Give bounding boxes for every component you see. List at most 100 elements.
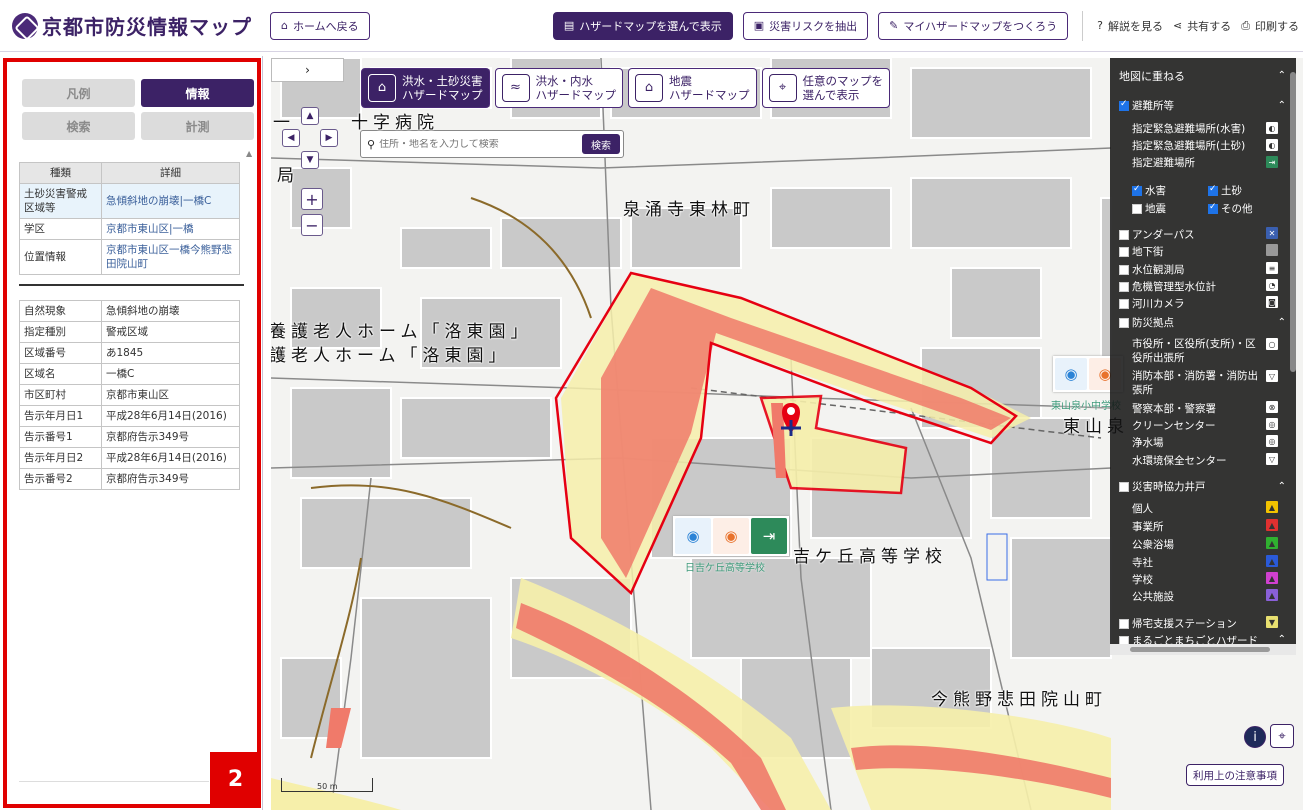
checkbox[interactable]: [1119, 281, 1129, 292]
my-hazard-map-button[interactable]: ✎ マイハザードマップをつくろう: [878, 11, 1069, 40]
info-icon[interactable]: i: [1244, 726, 1266, 748]
collapse-icon[interactable]: ⌃: [1278, 481, 1286, 492]
layer-station[interactable]: 帰宅支援ステーション: [1119, 616, 1237, 631]
layer-label: 水環境保全センター: [1132, 455, 1227, 467]
locate-icon[interactable]: ⌖: [1270, 724, 1294, 748]
table-row: 区域番号 あ1845: [19, 342, 240, 364]
layer-label: 危機管理型水位計: [1132, 281, 1216, 293]
fire-station-icon: ▽: [1266, 370, 1278, 382]
checkbox[interactable]: [1119, 264, 1129, 275]
row-key: 区域名: [19, 363, 102, 385]
checkbox[interactable]: [1119, 618, 1129, 629]
search-input[interactable]: [379, 138, 582, 150]
layer-water-level[interactable]: 水位観測局: [1119, 262, 1185, 277]
checkbox[interactable]: [1119, 246, 1129, 257]
layer-underpass[interactable]: アンダーパス: [1119, 227, 1194, 242]
print-link[interactable]: ⎙ 印刷する: [1241, 18, 1299, 34]
row-key: 告示年月日1: [19, 405, 102, 427]
share-label: 共有する: [1187, 19, 1232, 33]
tab-flood-inland[interactable]: ≈ 洪水・内水 ハザードマップ: [494, 68, 623, 108]
layer-group-shelter[interactable]: 避難所等: [1119, 98, 1174, 113]
checkbox[interactable]: [1132, 203, 1142, 214]
layer-label: 市役所・区役所(支所)・区役所出張所: [1132, 338, 1256, 364]
layer-underground[interactable]: 地下街: [1119, 244, 1164, 259]
underpass-icon: ✕: [1266, 227, 1278, 239]
search-button[interactable]: 検索: [582, 134, 620, 154]
row-value-link[interactable]: 京都市東山区|一橋: [101, 218, 240, 240]
layers-horizontal-scrollbar[interactable]: [1110, 644, 1296, 655]
share-icon: ⋖: [1172, 19, 1183, 32]
layer-item: 寺社: [1132, 555, 1153, 570]
layer-item: クリーンセンター: [1132, 418, 1215, 433]
tab-earthquake[interactable]: ⌂ 地震 ハザードマップ: [628, 68, 757, 108]
row-value-link[interactable]: 京都市東山区一橋今熊野悲田院山町: [101, 239, 240, 275]
layer-label: 土砂: [1221, 185, 1242, 197]
checkbox[interactable]: [1119, 298, 1129, 309]
flood-landslide-icon: ⌂: [368, 74, 396, 102]
layer-group-base[interactable]: 防災拠点: [1119, 315, 1174, 330]
collapse-icon[interactable]: ⌃: [1278, 70, 1286, 81]
checkbox[interactable]: [1119, 317, 1129, 328]
layer-item: 公衆浴場: [1132, 537, 1174, 552]
pan-right-button[interactable]: ▶: [320, 129, 338, 147]
layer-item: 事業所: [1132, 519, 1164, 534]
header-divider: [1082, 10, 1084, 41]
row-value: 京都府告示349号: [101, 468, 240, 490]
scale-label: 50 m: [317, 782, 338, 791]
scrollbar-thumb[interactable]: [1130, 647, 1270, 652]
hazard-check-earthquake[interactable]: 地震: [1132, 201, 1166, 216]
table-row: 市区町村 京都市東山区: [19, 384, 240, 406]
panel-toggle-button[interactable]: ›: [271, 58, 344, 82]
scroll-up-icon[interactable]: ▲: [246, 149, 252, 158]
layer-item: 学校: [1132, 572, 1153, 587]
tab-custom-map[interactable]: ⌖ 任意のマップを 選んで表示: [761, 68, 890, 108]
pan-down-button[interactable]: ▼: [301, 151, 319, 169]
layer-label: 防災拠点: [1132, 317, 1174, 329]
well-icon: ▲: [1266, 537, 1278, 549]
tab-measure[interactable]: 計測: [141, 112, 254, 140]
row-value: 京都市東山区: [101, 384, 240, 406]
hazard-check-other[interactable]: その他: [1208, 201, 1253, 216]
tab-flood-landslide[interactable]: ⌂ 洪水・土砂災害 ハザードマップ: [361, 68, 490, 108]
home-button[interactable]: ⌂ ホームへ戻る: [270, 11, 370, 40]
checkbox[interactable]: [1119, 229, 1129, 240]
pan-up-button[interactable]: ▲: [301, 107, 319, 125]
help-link[interactable]: ? 解説を見る: [1097, 18, 1163, 34]
app-logo[interactable]: 京都市防災情報マップ: [12, 11, 252, 40]
home-icon: ⌂: [281, 19, 288, 32]
collapse-icon[interactable]: ⌃: [1278, 100, 1286, 111]
checkbox[interactable]: [1119, 99, 1129, 111]
layer-crisis-gauge[interactable]: 危機管理型水位計: [1119, 279, 1216, 294]
layer-group-wells[interactable]: 災害時協力井戸: [1119, 479, 1206, 494]
layer-label: 個人: [1132, 503, 1153, 515]
map-canvas[interactable]: › ⌂ 洪水・土砂災害 ハザードマップ ≈ 洪水・内水 ハザードマップ ⌂ 地震 ハザ…: [271, 58, 1303, 810]
checkbox[interactable]: [1208, 202, 1218, 214]
hazard-check-landslide[interactable]: 土砂: [1208, 183, 1242, 198]
table-row: 自然現象 急傾斜地の崩壊: [19, 300, 240, 322]
share-link[interactable]: ⋖ 共有する: [1173, 18, 1231, 34]
tools-icon: ✎: [889, 19, 899, 32]
checkbox[interactable]: [1208, 184, 1218, 196]
zoom-in-button[interactable]: +: [301, 188, 323, 210]
row-value-link[interactable]: 急傾斜地の崩壊|一橋C: [101, 183, 240, 219]
checkbox[interactable]: [1132, 184, 1142, 196]
hazard-check-flood[interactable]: 水害: [1132, 183, 1166, 198]
tab-legend[interactable]: 凡例: [22, 79, 135, 107]
table-row: 告示年月日2 平成28年6月14日(2016): [19, 447, 240, 469]
tab-info[interactable]: 情報: [141, 79, 254, 107]
checkbox[interactable]: [1119, 481, 1129, 492]
select-hazard-map-button[interactable]: ▤ ハザードマップを選んで表示: [552, 11, 733, 40]
section-divider: [19, 284, 244, 286]
extract-risk-button[interactable]: ▣ 災害リスクを抽出: [742, 11, 869, 40]
tab-line2: ハザードマップ: [669, 88, 750, 102]
layers-scrollbar[interactable]: [1290, 72, 1296, 372]
shelter-poi-school[interactable]: ◉ ◉ ⇥: [673, 516, 789, 556]
zoom-out-button[interactable]: −: [301, 214, 323, 236]
tab-search[interactable]: 検索: [22, 112, 135, 140]
terms-notice-button[interactable]: 利用上の注意事項: [1186, 764, 1284, 786]
layer-item: 消防本部・消防署・消防出張所: [1132, 369, 1262, 397]
collapse-icon[interactable]: ⌃: [1278, 317, 1286, 328]
landslide-shelter-icon: ◉: [713, 518, 749, 554]
column-header-detail: 詳細: [101, 162, 240, 184]
layer-river-camera[interactable]: 河川カメラ: [1119, 296, 1185, 311]
